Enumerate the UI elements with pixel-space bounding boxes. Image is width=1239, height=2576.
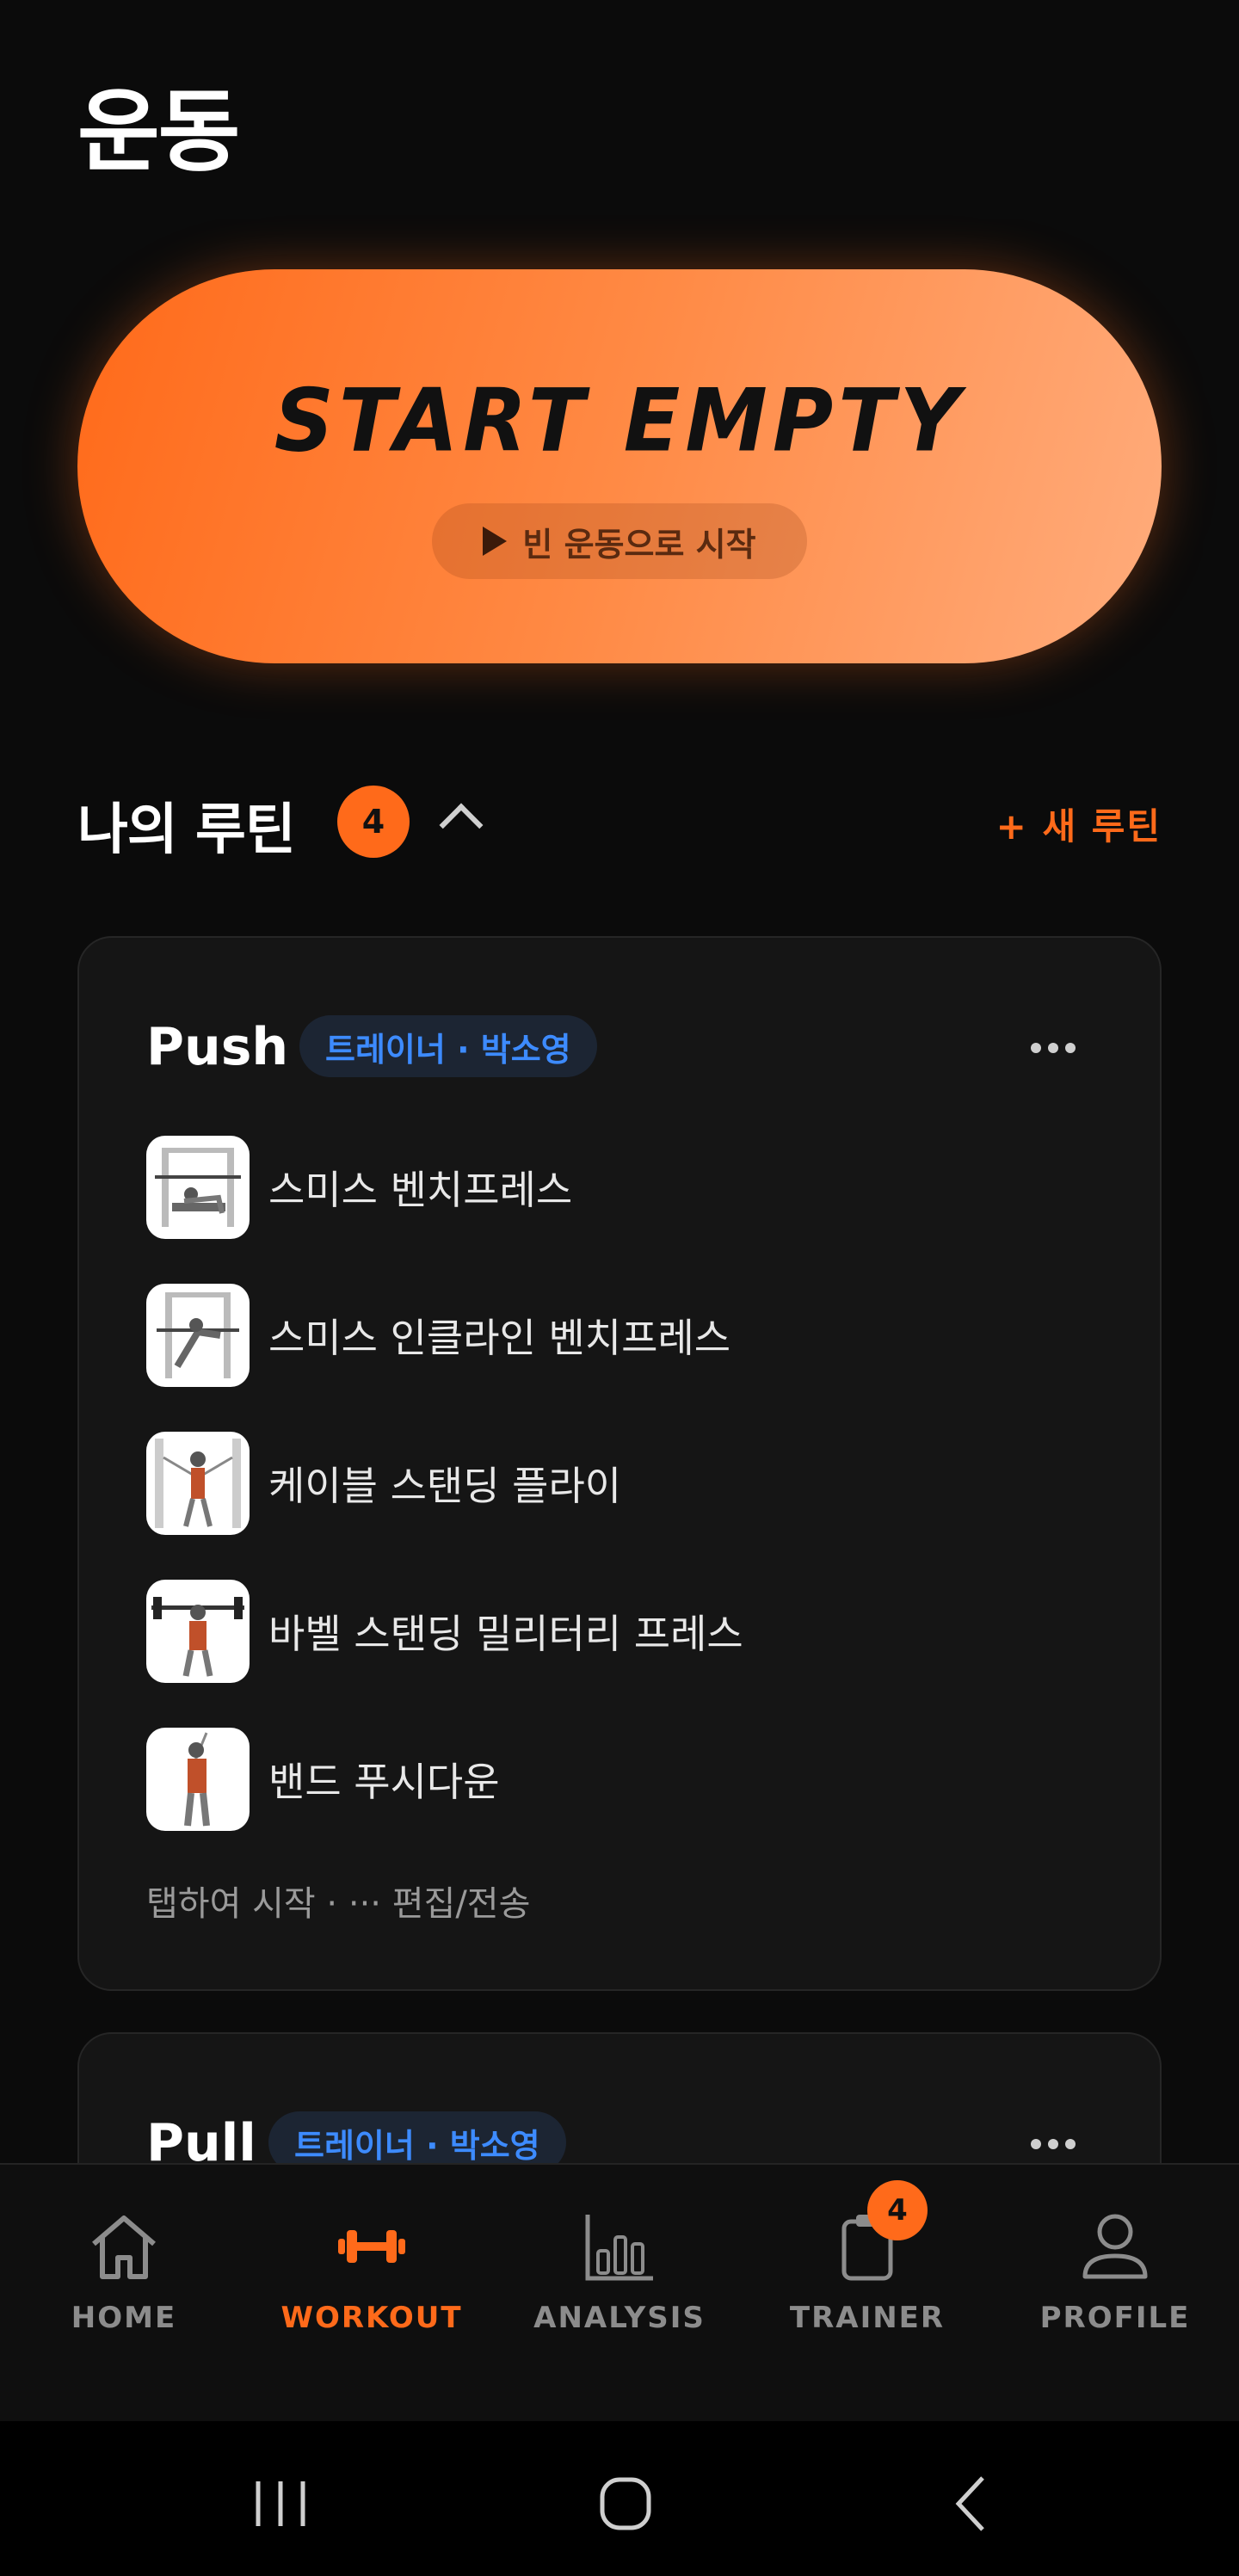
back-icon[interactable]	[921, 2469, 1024, 2538]
tab-label: HOME	[71, 2301, 177, 2335]
exercise-thumbnail	[146, 1136, 250, 1239]
dumbbell-icon	[333, 2208, 410, 2285]
play-icon	[483, 527, 508, 556]
exercise-name: 바벨 스탠딩 밀리터리 프레스	[268, 1611, 743, 1657]
trainer-notification-badge: 4	[867, 2180, 928, 2240]
card-hint: 탭하여 시작 · ··· 편집/전송	[146, 1884, 531, 1924]
routine-card-push[interactable]: Push 트레이너 · 박소영 스미스 벤치프레스 스미스 인클라인 벤치프레스…	[77, 936, 1162, 1991]
start-empty-button[interactable]: START EMPTY 빈 운동으로 시작	[77, 269, 1162, 663]
exercise-name: 스미스 벤치프레스	[268, 1167, 573, 1213]
more-options-icon[interactable]	[1031, 1043, 1076, 1053]
exercise-name: 밴드 푸시다운	[268, 1759, 500, 1805]
collapse-chevron-up-icon[interactable]	[439, 803, 484, 847]
start-empty-title: START EMPTY	[274, 370, 965, 471]
tab-trainer[interactable]: TRAINER	[764, 2208, 971, 2335]
list-item: 케이블 스탠딩 플라이	[146, 1432, 743, 1535]
list-item: 스미스 인클라인 벤치프레스	[146, 1284, 743, 1387]
home-icon	[85, 2208, 163, 2285]
tab-label: ANALYSIS	[533, 2301, 706, 2335]
more-options-icon[interactable]	[1031, 2139, 1076, 2149]
home-nav-icon[interactable]	[573, 2469, 676, 2538]
list-item: 바벨 스탠딩 밀리터리 프레스	[146, 1580, 743, 1683]
tab-label: PROFILE	[1039, 2301, 1191, 2335]
tab-label: TRAINER	[789, 2301, 946, 2335]
bottom-tab-bar: HOME WORKOUT ANALYSIS TRAINER 4 PROFILE	[0, 2163, 1239, 2421]
routines-header: 나의 루틴 4 + 새 루틴	[77, 779, 1162, 862]
tab-workout[interactable]: WORKOUT	[268, 2208, 475, 2335]
recent-apps-icon[interactable]	[229, 2469, 332, 2538]
system-navigation-bar	[0, 2421, 1239, 2576]
tab-profile[interactable]: PROFILE	[1012, 2208, 1218, 2335]
list-item: 밴드 푸시다운	[146, 1728, 743, 1831]
exercise-thumbnail	[146, 1284, 250, 1387]
exercise-name: 스미스 인클라인 벤치프레스	[268, 1315, 731, 1361]
start-empty-subtitle: 빈 운동으로 시작	[522, 525, 756, 564]
exercise-list: 스미스 벤치프레스 스미스 인클라인 벤치프레스 케이블 스탠딩 플라이 바벨 …	[146, 1136, 743, 1876]
start-empty-subtitle-pill: 빈 운동으로 시작	[432, 503, 807, 579]
tab-label: WORKOUT	[280, 2301, 463, 2335]
routine-count-badge: 4	[337, 786, 410, 858]
exercise-thumbnail	[146, 1728, 250, 1831]
routine-title: Push	[146, 1017, 289, 1077]
new-routine-button[interactable]: + 새 루틴	[996, 798, 1162, 850]
exercise-name: 케이블 스탠딩 플라이	[268, 1463, 622, 1509]
exercise-thumbnail	[146, 1580, 250, 1683]
exercise-thumbnail	[146, 1432, 250, 1535]
routines-title: 나의 루틴	[77, 798, 296, 862]
tab-analysis[interactable]: ANALYSIS	[516, 2208, 723, 2335]
bar-chart-icon	[581, 2208, 658, 2285]
tab-home[interactable]: HOME	[21, 2208, 227, 2335]
trainer-badge: 트레이너 · 박소영	[299, 1015, 597, 1077]
list-item: 스미스 벤치프레스	[146, 1136, 743, 1239]
person-icon	[1076, 2208, 1154, 2285]
page-title: 운동	[77, 79, 240, 184]
